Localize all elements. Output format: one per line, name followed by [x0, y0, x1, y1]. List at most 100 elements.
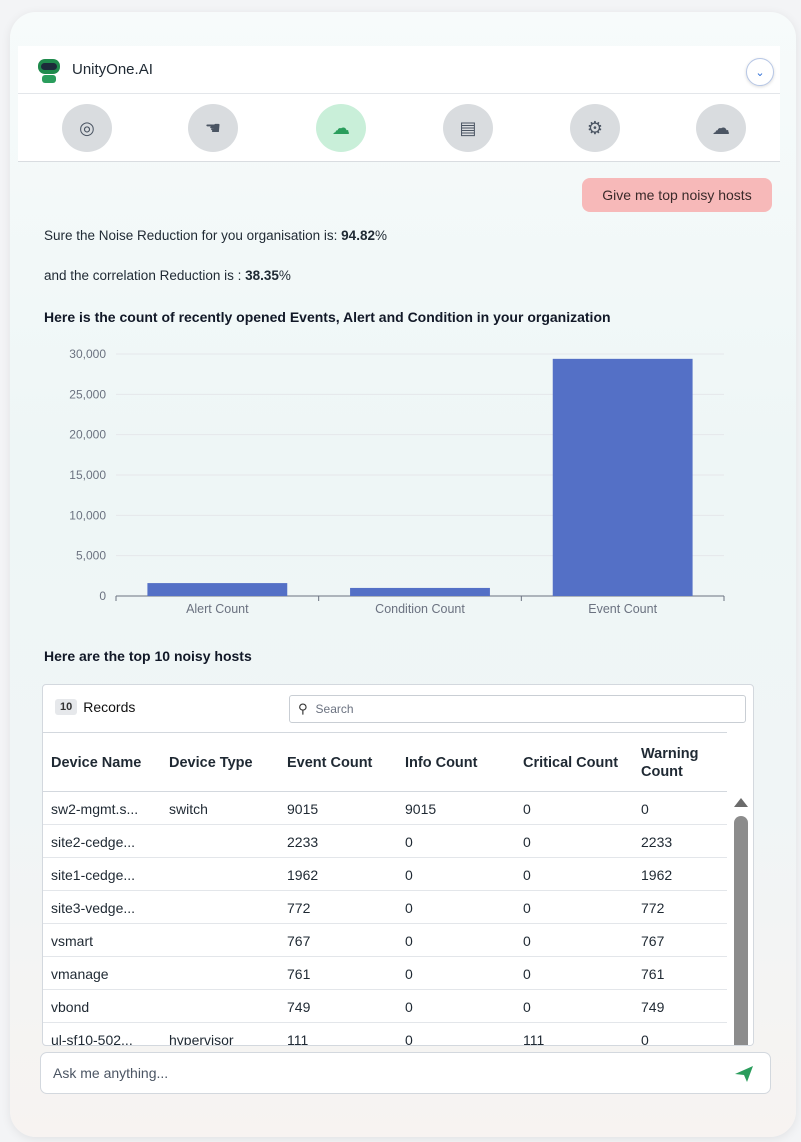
table-cell: 0 [523, 932, 531, 949]
table-cell: 772 [287, 899, 311, 916]
table-cell: 749 [287, 998, 311, 1015]
table-cell: 9015 [405, 800, 437, 817]
send-icon[interactable] [734, 1065, 754, 1083]
table-cell: 0 [523, 899, 531, 916]
title-bar: UnityOne.AI ⌄ [18, 46, 780, 94]
table-row[interactable]: sw2-mgmt.s... switch 9015 9015 0 0 [43, 792, 727, 825]
column-header[interactable]: Warning Count [641, 733, 727, 793]
quick-actions-toolbar: ◎ ☚ ☁ ▤ ⚙ ☁ [18, 96, 780, 160]
cloud-sync-icon[interactable]: ☁ [316, 104, 366, 152]
search-input[interactable] [315, 702, 716, 716]
correlation-reduction-value: 38.35 [245, 268, 279, 283]
table-cell: 0 [523, 866, 531, 883]
billing-icon[interactable]: ▤ [443, 104, 493, 152]
table-cell: 2233 [287, 833, 319, 850]
noisy-hosts-table: 10 Records ⚲ Device NameDevice TypeEvent… [42, 684, 754, 1046]
table-cell: 0 [523, 965, 531, 982]
table-cell: vsmart [51, 932, 93, 949]
records-label: Records [83, 699, 136, 715]
y-tick-label: 30,000 [69, 347, 106, 361]
records-count: 10 Records [55, 699, 135, 715]
column-header[interactable]: Event Count [287, 733, 405, 793]
table-cell: hypervisor [169, 1031, 234, 1046]
message-input[interactable] [53, 1065, 713, 1081]
search-box: ⚲ [289, 695, 746, 723]
bar[interactable] [147, 583, 288, 596]
table-cell: 767 [641, 932, 665, 949]
table-cell: ul-sf10-502... [51, 1031, 133, 1046]
table-cell: 9015 [287, 800, 319, 817]
table-cell: 111 [287, 1031, 309, 1046]
counts-bar-chart: 0 5,000 10,000 15,000 20,000 25,000 30,000 Aler… [44, 338, 734, 628]
table-body: sw2-mgmt.s... switch 9015 9015 0 0 site2-cedge… [43, 792, 727, 1046]
column-header[interactable]: Device Type [169, 733, 287, 793]
table-cell: 761 [287, 965, 311, 982]
table-cell: site2-cedge... [51, 833, 136, 850]
bar[interactable] [552, 358, 693, 596]
table-cell: site1-cedge... [51, 866, 136, 883]
x-tick-label: Condition Count [375, 602, 465, 616]
table-cell: vbond [51, 998, 90, 1015]
table-scrollbar[interactable] [727, 792, 753, 1045]
user-message-bubble: Give me top noisy hosts [582, 178, 772, 212]
chart-heading: Here is the count of recently opened Eve… [44, 309, 611, 325]
table-heading: Here are the top 10 noisy hosts [44, 648, 252, 664]
table-cell: 0 [641, 800, 649, 817]
table-header: Device Name Device Type Event Count Info Co… [43, 732, 727, 792]
column-header[interactable]: Device Name [51, 733, 169, 793]
table-cell: 0 [523, 833, 531, 850]
app-title: UnityOne.AI [72, 61, 153, 78]
table-row[interactable]: vmanage 761 0 0 761 [43, 957, 727, 990]
table-row[interactable]: site3-vedge... 772 0 0 772 [43, 891, 727, 924]
table-cell: 1962 [287, 866, 319, 883]
table-cell: 0 [405, 866, 413, 883]
scroll-up-arrow-icon[interactable] [734, 798, 748, 807]
y-tick-label: 15,000 [69, 468, 106, 482]
y-tick-label: 5,000 [76, 549, 106, 563]
table-cell: 0 [523, 998, 531, 1015]
table-cell: 2233 [641, 833, 673, 850]
gears-icon[interactable]: ⚙ [570, 104, 620, 152]
table-cell: 0 [641, 1031, 649, 1046]
correlation-reduction-text: and the correlation Reduction is : 38.35… [44, 268, 291, 283]
noise-reduction-value: 94.82 [341, 228, 375, 243]
lifebuoy-icon[interactable]: ◎ [62, 104, 112, 152]
table-row[interactable]: site2-cedge... 2233 0 0 2233 [43, 825, 727, 858]
x-tick-label: Alert Count [186, 602, 249, 616]
table-cell: 0 [405, 965, 413, 982]
table-row[interactable]: vbond 749 0 0 749 [43, 990, 727, 1023]
table-cell: 0 [405, 1031, 413, 1046]
table-cell: 0 [405, 932, 413, 949]
table-cell: 0 [405, 998, 413, 1015]
noise-reduction-text: Sure the Noise Reduction for you organis… [44, 228, 387, 243]
column-header[interactable]: Critical Count [523, 733, 641, 793]
table-cell: 761 [641, 965, 665, 982]
chevron-down-icon[interactable]: ⌄ [746, 58, 774, 86]
search-icon: ⚲ [298, 701, 308, 716]
chat-header: UnityOne.AI ⌄ ◎ ☚ ☁ ▤ ⚙ ☁ [18, 46, 780, 162]
table-cell: 767 [287, 932, 311, 949]
table-cell: 0 [523, 800, 531, 817]
y-tick-label: 20,000 [69, 428, 106, 442]
y-tick-label: 0 [99, 589, 106, 603]
y-tick-label: 10,000 [69, 508, 106, 522]
scroll-thumb[interactable] [734, 816, 748, 1045]
handshake-icon[interactable]: ☚ [188, 104, 238, 152]
records-count-badge: 10 [55, 699, 78, 715]
table-row[interactable]: site1-cedge... 1962 0 0 1962 [43, 858, 727, 891]
table-row[interactable]: vsmart 767 0 0 767 [43, 924, 727, 957]
column-header[interactable]: Info Count [405, 733, 523, 793]
chart-svg: 0 5,000 10,000 15,000 20,000 25,000 30,000 Aler… [69, 347, 725, 616]
table-cell: switch [169, 800, 208, 817]
table-cell: site3-vedge... [51, 899, 136, 916]
bar[interactable] [350, 587, 490, 596]
table-cell: sw2-mgmt.s... [51, 800, 139, 817]
message-composer [40, 1052, 771, 1094]
table-cell: 0 [405, 833, 413, 850]
table-cell: vmanage [51, 965, 109, 982]
cloud-icon[interactable]: ☁ [696, 104, 746, 152]
table-row[interactable]: ul-sf10-502... hypervisor 111 0 111 0 [43, 1023, 727, 1046]
table-cell: 111 [523, 1031, 545, 1046]
table-cell: 0 [405, 899, 413, 916]
table-cell: 772 [641, 899, 665, 916]
